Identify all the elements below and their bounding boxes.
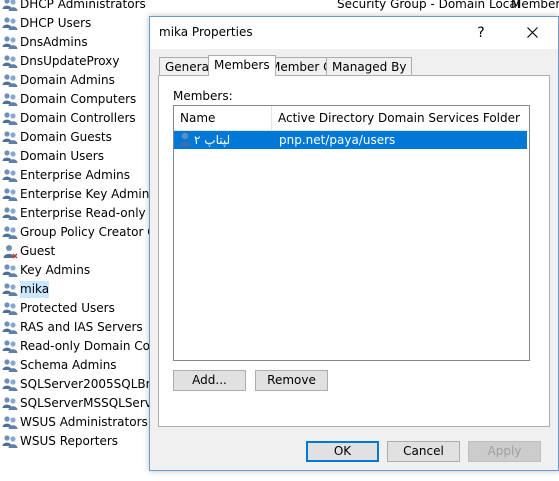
help-button[interactable]: ?	[466, 17, 496, 49]
members-tab-panel: Members: Name Active Directory Domain Se…	[158, 75, 550, 427]
close-icon	[527, 27, 538, 38]
list-item-name: Guest	[20, 244, 56, 258]
tab-members[interactable]: Members	[208, 55, 276, 76]
list-item-name: RAS and IAS Servers	[20, 320, 143, 334]
remove-button[interactable]: Remove	[255, 370, 328, 391]
column-header-folder[interactable]: Active Directory Domain Services Folder	[271, 106, 529, 130]
list-item-name: Domain Users	[20, 149, 104, 163]
list-item-name: DnsAdmins	[20, 35, 88, 49]
list-item-name: WSUS Reporters	[20, 434, 119, 448]
member-name: لپتاپ ۲	[194, 133, 231, 147]
group-icon	[2, 301, 18, 316]
list-item[interactable]: DHCP Administrators Security Group - Doma…	[0, 0, 559, 14]
group-icon	[2, 0, 18, 12]
members-list[interactable]: Name Active Directory Domain Services Fo…	[173, 105, 530, 361]
group-icon	[2, 187, 18, 202]
list-item-name: Protected Users	[20, 301, 115, 315]
list-item-description: Members	[511, 0, 559, 11]
ok-button[interactable]: OK	[306, 441, 379, 462]
list-item-name: Read-only Domain Cont	[20, 339, 163, 353]
close-button[interactable]	[510, 17, 556, 49]
group-icon	[2, 396, 18, 411]
member-row[interactable]: لپتاپ ۲ pnp.net/paya/users	[174, 131, 529, 149]
list-item-name: Enterprise Key Admins	[20, 187, 156, 201]
group-icon	[2, 16, 18, 31]
group-icon	[2, 282, 18, 297]
group-icon	[2, 168, 18, 183]
list-item-name: Schema Admins	[20, 358, 117, 372]
member-folder: pnp.net/paya/users	[271, 131, 527, 149]
group-icon	[2, 35, 18, 50]
list-item-name: Domain Computers	[20, 92, 137, 106]
list-item-name: DHCP Users	[20, 16, 92, 30]
group-icon	[2, 225, 18, 240]
list-item-name: Key Admins	[20, 263, 91, 277]
list-item-name: Domain Guests	[20, 130, 112, 144]
group-icon	[2, 263, 18, 278]
group-icon	[2, 206, 18, 221]
members-label: Members:	[173, 89, 233, 103]
dialog-title: mika Properties	[159, 25, 253, 39]
list-item-name: Group Policy Creator Ow	[20, 225, 167, 239]
column-header-name[interactable]: Name	[174, 106, 271, 130]
group-icon	[2, 434, 18, 449]
list-item-name: mika	[20, 281, 50, 298]
list-item-name: WSUS Administrators	[20, 415, 148, 429]
group-icon	[2, 130, 18, 145]
column-headers: Name Active Directory Domain Services Fo…	[174, 106, 529, 131]
group-icon	[2, 377, 18, 392]
list-item-name: DHCP Administrators	[20, 0, 146, 11]
group-icon	[2, 320, 18, 335]
group-icon	[2, 92, 18, 107]
properties-dialog: mika Properties ? General Members Member…	[149, 16, 559, 471]
cancel-button[interactable]: Cancel	[387, 441, 460, 462]
apply-button[interactable]: Apply	[468, 441, 541, 462]
list-item-name: DnsUpdateProxy	[20, 54, 120, 68]
user-icon	[179, 132, 191, 146]
group-icon	[2, 415, 18, 430]
list-item-type: Security Group - Domain Local	[337, 0, 521, 11]
list-item-name: Domain Controllers	[20, 111, 136, 125]
tab-managed-by[interactable]: Managed By	[326, 57, 413, 75]
group-icon	[2, 149, 18, 164]
list-item-name: Enterprise Admins	[20, 168, 131, 182]
add-button[interactable]: Add...	[173, 370, 246, 391]
group-icon	[2, 111, 18, 126]
list-item-name: Domain Admins	[20, 73, 115, 87]
group-icon	[2, 339, 18, 354]
group-icon	[2, 54, 18, 69]
group-icon	[2, 358, 18, 373]
user-icon	[2, 244, 18, 259]
group-icon	[2, 73, 18, 88]
title-bar[interactable]: mika Properties ?	[150, 17, 558, 49]
